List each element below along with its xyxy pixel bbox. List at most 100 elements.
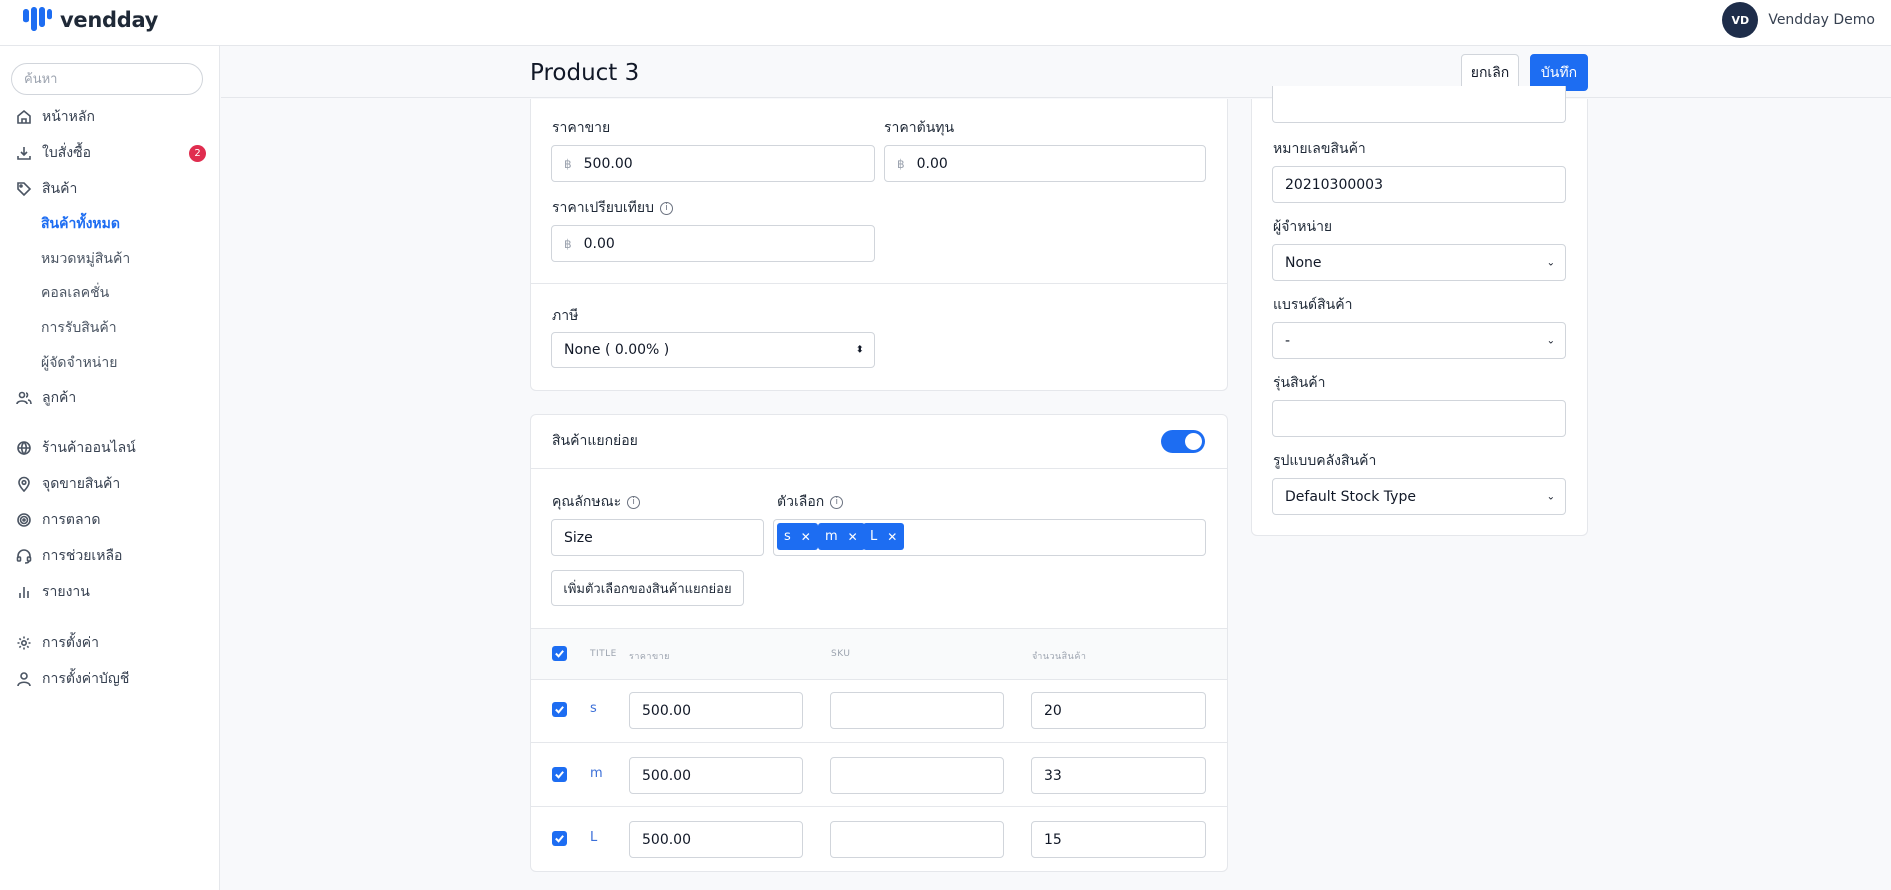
check-icon — [555, 835, 564, 843]
info-icon[interactable]: i — [660, 201, 673, 215]
target-icon — [17, 513, 31, 527]
sell-price-input[interactable]: ฿ 500.00 — [551, 145, 875, 182]
partial-input[interactable] — [1272, 86, 1566, 123]
sidebar-item-label: การช่วยเหลือ — [42, 548, 123, 564]
chevron-down-icon: ⌄ — [1546, 491, 1555, 502]
row-sku-input[interactable] — [830, 821, 1004, 858]
user-name[interactable]: Vendday Demo — [1768, 12, 1875, 28]
avatar[interactable]: VD — [1722, 2, 1759, 38]
row-price-input[interactable]: 500.00 — [629, 757, 803, 794]
options-label-text: ตัวเลือก — [777, 494, 825, 510]
attribute-value: Size — [564, 529, 593, 546]
sidebar-item-pos[interactable]: จุดขายสินค้า — [16, 473, 206, 495]
row-sku-input[interactable] — [830, 692, 1004, 729]
row-price-input[interactable]: 500.00 — [629, 692, 803, 729]
download-icon — [17, 147, 31, 160]
option-chip: L ✕ — [863, 523, 905, 550]
cost-price-input[interactable]: ฿ 0.00 — [884, 145, 1206, 182]
globe-icon — [17, 441, 31, 456]
sidebar-item-customers[interactable]: ลูกค้า — [16, 387, 206, 409]
divider — [531, 283, 1227, 284]
sidebar-item-help[interactable]: การช่วยเหลือ — [16, 545, 206, 567]
info-icon[interactable]: i — [627, 495, 641, 509]
info-icon[interactable]: i — [830, 495, 844, 509]
row-price-value: 500.00 — [642, 767, 691, 784]
sidebar-subitem-suppliers[interactable]: ผู้จัดจำหน่าย — [41, 352, 117, 374]
compare-price-value: 0.00 — [583, 235, 615, 252]
brand-select[interactable]: - ⌄ — [1272, 322, 1566, 359]
sidebar-item-label: ลูกค้า — [42, 390, 77, 406]
option-chip: m ✕ — [818, 523, 865, 550]
currency-prefix: ฿ — [564, 236, 572, 251]
vendday-logo-icon — [23, 7, 52, 31]
sidebar-item-settings[interactable]: การตั้งค่า — [16, 632, 206, 654]
toggle-knob — [1185, 433, 1202, 450]
option-chip: s ✕ — [777, 523, 818, 550]
row-title: s — [590, 701, 597, 716]
check-icon — [555, 706, 564, 714]
vendor-select[interactable]: None ⌄ — [1272, 244, 1566, 281]
attribute-label: คุณลักษณะ i — [552, 491, 641, 513]
select-updown-icon: ⬍ — [855, 344, 864, 356]
row-qty-input[interactable]: 20 — [1031, 692, 1206, 729]
sidebar-item-online-store[interactable]: ร้านค้าออนไลน์ — [16, 437, 206, 459]
sidebar-item-marketing[interactable]: การตลาด — [16, 509, 206, 531]
logo[interactable]: vendday — [20, 6, 158, 34]
gear-icon — [17, 636, 31, 650]
sidebar-subitem-receiving[interactable]: การรับสินค้า — [41, 317, 117, 339]
compare-price-input[interactable]: ฿ 0.00 — [551, 225, 875, 262]
tag-icon — [17, 182, 32, 197]
sidebar-subitem-categories[interactable]: หมวดหมู่สินค้า — [41, 248, 130, 270]
sidebar-item-home[interactable]: หน้าหลัก — [16, 106, 206, 128]
product-number-input[interactable]: 20210300003 — [1272, 166, 1566, 203]
user-menu[interactable]: VD Vendday Demo — [1722, 2, 1875, 38]
select-all-checkbox[interactable] — [552, 646, 567, 661]
column-header-price: ราคาขาย — [629, 652, 670, 662]
vendor-value: None — [1285, 254, 1322, 271]
row-checkbox[interactable] — [552, 831, 567, 846]
compare-price-label-text: ราคาเปรียบเทียบ — [552, 200, 654, 216]
sidebar-item-orders[interactable]: ใบสั่งซื้อ 2 — [16, 142, 206, 164]
row-checkbox[interactable] — [552, 767, 567, 782]
sell-price-value: 500.00 — [583, 155, 633, 172]
chevron-down-icon: ⌄ — [1546, 257, 1555, 268]
brand-label: แบรนด์สินค้า — [1273, 297, 1353, 313]
product-number-value: 20210300003 — [1285, 176, 1383, 193]
bar-chart-icon — [19, 587, 29, 598]
sidebar-item-account-settings[interactable]: การตั้งค่าบัญชี — [16, 668, 206, 690]
options-label: ตัวเลือก i — [777, 491, 844, 513]
divider — [531, 742, 1227, 743]
sidebar-subitem-all-products[interactable]: สินค้าทั้งหมด — [41, 213, 120, 235]
remove-option-icon[interactable]: ✕ — [887, 530, 897, 544]
attribute-label-text: คุณลักษณะ — [552, 494, 622, 510]
sell-price-label: ราคาขาย — [552, 120, 611, 136]
row-sku-input[interactable] — [830, 757, 1004, 794]
attribute-input[interactable]: Size — [551, 519, 764, 556]
vendor-label: ผู้จำหน่าย — [1273, 219, 1333, 235]
sidebar-subitem-collections[interactable]: คอลเลคชั่น — [41, 282, 109, 304]
row-qty-input[interactable]: 33 — [1031, 757, 1206, 794]
sidebar-item-products[interactable]: สินค้า — [16, 178, 206, 200]
remove-option-icon[interactable]: ✕ — [801, 530, 811, 544]
stock-type-select[interactable]: Default Stock Type ⌄ — [1272, 478, 1566, 515]
sidebar-item-reports[interactable]: รายงาน — [16, 581, 206, 603]
sidebar-item-label: การตลาด — [42, 512, 101, 528]
sidebar-item-label: จุดขายสินค้า — [42, 476, 121, 492]
row-qty-value: 20 — [1044, 702, 1062, 719]
row-price-value: 500.00 — [642, 831, 691, 848]
remove-option-icon[interactable]: ✕ — [848, 530, 858, 544]
sidebar-item-label: หน้าหลัก — [42, 109, 95, 125]
add-variant-option-button[interactable]: เพิ่มตัวเลือกของสินค้าแยกย่อย — [551, 570, 744, 606]
variants-toggle[interactable] — [1161, 430, 1205, 453]
search-input[interactable] — [11, 63, 203, 95]
sidebar-item-label: รายงาน — [42, 584, 90, 600]
map-pin-icon — [18, 476, 30, 492]
home-icon — [17, 109, 31, 124]
row-checkbox[interactable] — [552, 702, 567, 717]
top-bar: vendday VD Vendday Demo — [0, 0, 1891, 46]
model-input[interactable] — [1272, 400, 1566, 437]
option-chip-label: m — [825, 529, 838, 544]
row-price-input[interactable]: 500.00 — [629, 821, 803, 858]
tax-select[interactable]: None ( 0.00% ) ⬍ — [551, 332, 875, 368]
row-qty-input[interactable]: 15 — [1031, 821, 1206, 858]
